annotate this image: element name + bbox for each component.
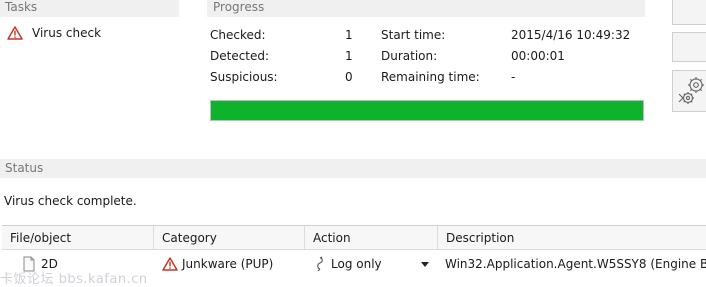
table-header: File/object Category Action Description [2, 226, 706, 250]
scan-progress-bar [210, 100, 644, 121]
category-cell: Junkware (PUP) [162, 251, 273, 277]
detected-value: 1 [345, 49, 353, 63]
settings-button[interactable] [672, 70, 706, 112]
task-item-virus-check[interactable]: Virus check [7, 26, 101, 40]
warning-triangle-icon [7, 26, 23, 40]
start-time-label: Start time: [381, 28, 446, 42]
chevron-down-icon [421, 262, 429, 267]
log-action-icon [317, 256, 323, 272]
start-time-value: 2015/4/16 10:49:32 [511, 28, 631, 42]
scan-progress-fill [211, 101, 643, 120]
status-header: Status [0, 159, 706, 178]
remaining-time-label: Remaining time: [381, 70, 480, 84]
file-cell: 2D [22, 251, 58, 277]
status-message: Virus check complete. [4, 194, 137, 208]
column-header-action[interactable]: Action [305, 226, 438, 250]
file-name: 2D [41, 257, 58, 271]
detected-label: Detected: [210, 49, 270, 63]
column-header-category[interactable]: Category [154, 226, 305, 250]
results-table: File/object Category Action Description … [2, 225, 706, 287]
checked-label: Checked: [210, 28, 266, 42]
suspicious-value: 0 [345, 70, 353, 84]
column-header-file[interactable]: File/object [2, 226, 154, 250]
progress-header: Progress [207, 0, 645, 17]
side-button-top[interactable] [672, 0, 706, 25]
column-header-description[interactable]: Description [438, 226, 706, 250]
duration-value: 00:00:01 [511, 49, 565, 63]
category-label: Junkware (PUP) [182, 257, 274, 271]
side-button-middle[interactable] [672, 32, 706, 62]
table-row[interactable]: 2D Junkware (PUP) Log only Win32.Applica… [2, 251, 706, 277]
action-value: Log only [331, 257, 382, 271]
duration-label: Duration: [381, 49, 438, 63]
suspicious-label: Suspicious: [210, 70, 278, 84]
warning-triangle-icon [162, 257, 178, 271]
tasks-header: Tasks [0, 0, 179, 17]
file-icon [23, 256, 35, 272]
checked-value: 1 [345, 28, 353, 42]
action-dropdown[interactable]: Log only [314, 251, 434, 277]
remaining-time-value: - [511, 70, 516, 84]
description-cell: Win32.Application.Agent.W5SSY8 (Engine B… [445, 257, 706, 271]
task-label: Virus check [32, 26, 102, 40]
gear-settings-icon [678, 77, 704, 104]
